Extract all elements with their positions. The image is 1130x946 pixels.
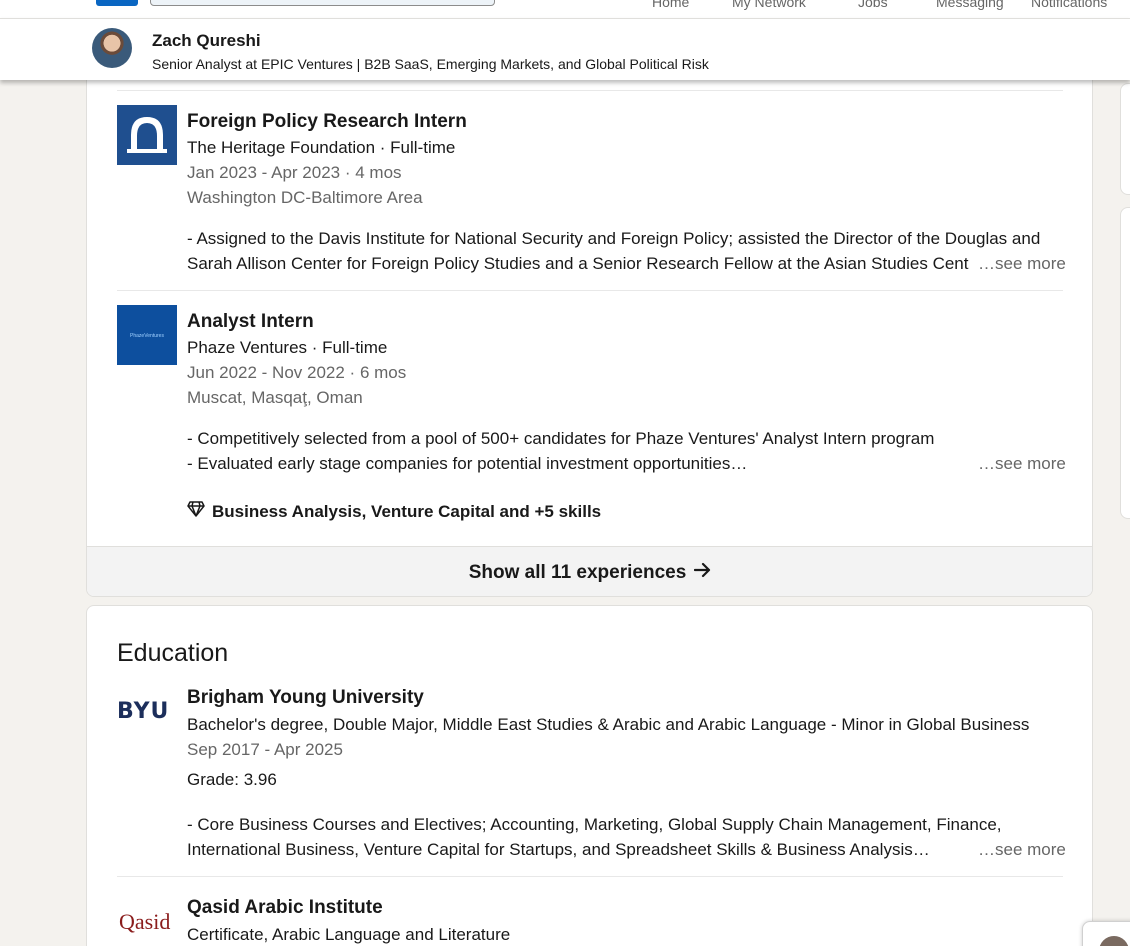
education-description: - Core Business Courses and Electives; A… <box>187 815 1002 834</box>
nav-home[interactable]: Home <box>652 0 689 10</box>
experience-card: Foreign Policy Research Intern The Herit… <box>86 40 1093 597</box>
experience-title[interactable]: Foreign Policy Research Intern <box>187 111 467 133</box>
avatar[interactable] <box>1099 936 1129 946</box>
avatar[interactable] <box>92 28 132 68</box>
messaging-overlay[interactable] <box>1082 921 1130 946</box>
heritage-foundation-logo-icon[interactable] <box>117 105 177 165</box>
nav-messaging[interactable]: Messaging <box>936 0 1004 10</box>
skills-link[interactable]: Business Analysis, Venture Capital and +… <box>187 501 601 522</box>
profile-headline: Senior Analyst at EPIC Ventures | B2B Sa… <box>152 56 709 72</box>
experience-description: Sarah Allison Center for Foreign Policy … <box>187 254 969 273</box>
education-school[interactable]: Brigham Young University <box>187 687 424 709</box>
education-card: Education BYU Brigham Young University B… <box>86 605 1093 946</box>
show-all-experiences-button[interactable]: Show all 11 experiences <box>87 546 1092 596</box>
right-rail-card <box>1120 83 1130 195</box>
see-more-button[interactable]: …see more <box>974 840 1066 860</box>
education-degree: Certificate, Arabic Language and Literat… <box>187 925 511 944</box>
divider <box>117 290 1063 291</box>
byu-logo-icon[interactable]: BYU <box>117 699 169 724</box>
experience-title[interactable]: Analyst Intern <box>187 311 314 333</box>
qasid-logo-icon[interactable]: Qasid <box>119 909 170 935</box>
experience-location: Muscat, Masqaţ, Oman <box>187 388 363 407</box>
phaze-ventures-logo-icon[interactable]: PhazeVentures <box>117 305 177 365</box>
experience-description: - Evaluated early stage companies for po… <box>187 454 748 473</box>
experience-description: - Assigned to the Davis Institute for Na… <box>187 229 1041 248</box>
education-degree: Bachelor's degree, Double Major, Middle … <box>187 715 1030 734</box>
divider <box>117 90 1063 91</box>
right-rail-card <box>1120 207 1130 519</box>
arrow-right-icon <box>694 562 712 584</box>
see-more-button[interactable]: …see more <box>974 254 1066 274</box>
sticky-profile-bar: Zach Qureshi Senior Analyst at EPIC Vent… <box>0 18 1130 80</box>
education-dates: Sep 2017 - Apr 2025 <box>187 740 343 759</box>
section-title: Education <box>117 639 229 667</box>
experience-dates: Jun 2022 - Nov 2022 · 6 mos <box>187 363 407 382</box>
experience-description: - Competitively selected from a pool of … <box>187 429 935 448</box>
experience-location: Washington DC-Baltimore Area <box>187 188 423 207</box>
diamond-icon <box>187 501 205 522</box>
nav-notifications[interactable]: Notifications <box>1031 0 1107 10</box>
see-more-button[interactable]: …see more <box>974 454 1066 474</box>
skills-label: Business Analysis, Venture Capital and +… <box>212 501 602 521</box>
global-nav: Home My Network Jobs Messaging Notificat… <box>0 0 1130 18</box>
experience-company: Phaze Ventures · Full-time <box>187 338 388 357</box>
svg-text:PhazeVentures: PhazeVentures <box>130 333 164 339</box>
profile-name: Zach Qureshi <box>152 31 261 50</box>
experience-dates: Jan 2023 - Apr 2023 · 4 mos <box>187 163 402 182</box>
search-input[interactable] <box>150 0 495 6</box>
education-grade: Grade: 3.96 <box>187 770 277 789</box>
nav-my-network[interactable]: My Network <box>732 0 806 10</box>
linkedin-logo-icon[interactable] <box>96 0 138 6</box>
show-all-label: Show all 11 experiences <box>468 561 687 583</box>
education-description: International Business, Venture Capital … <box>187 840 930 859</box>
nav-jobs[interactable]: Jobs <box>858 0 888 10</box>
divider <box>117 876 1063 877</box>
experience-company: The Heritage Foundation · Full-time <box>187 138 456 157</box>
education-school[interactable]: Qasid Arabic Institute <box>187 897 383 919</box>
